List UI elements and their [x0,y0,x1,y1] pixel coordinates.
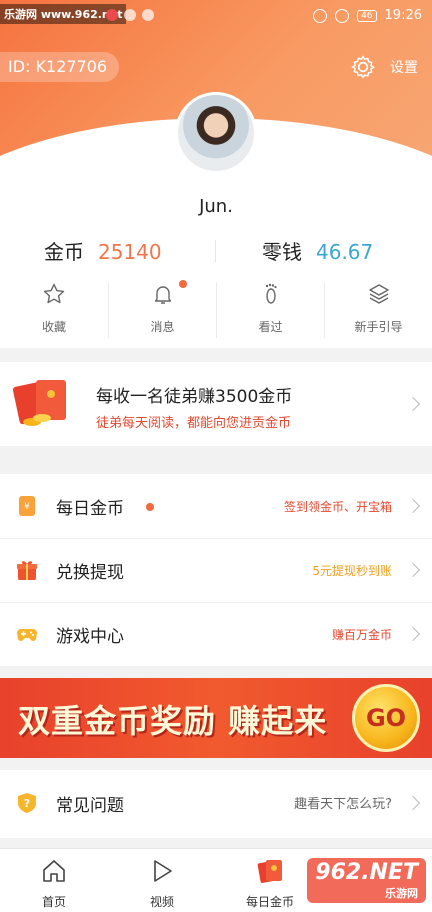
tab-label: 每日金币 [245,895,294,909]
promo-banner[interactable]: 双重金币奖励 赚起来 GO [0,678,432,758]
question-shield-icon: ? [18,793,36,813]
chevron-right-icon [405,626,421,642]
status-time: 19:26 [384,8,422,23]
alarm-icon [335,8,350,23]
tab-label: 视频 [149,895,174,909]
stats-divider [215,240,216,262]
menu-exchange[interactable]: 兑换提现 5元提现秒到账 [0,538,432,602]
profile-card: Jun. 金币 25140 零钱 46.67 收藏 消息 看过 新手引导 [0,190,432,348]
banner-go-button[interactable]: GO [352,684,420,752]
status-bar: 乐游网 www.962.net 46 19:26 [0,0,432,34]
menu-hint: 赚百万金币 [331,628,392,642]
chevron-right-icon [405,562,421,578]
invite-card[interactable]: 每收一名徒弟赚3500金币 徒弟每天阅读，都能向您进贡金币 [0,362,432,446]
balance-stats: 金币 25140 零钱 46.67 [0,236,432,266]
battery-icon: 46 [357,9,377,22]
coins-label: 金币 [44,240,84,264]
quick-label: 新手引导 [354,320,403,334]
tab-home[interactable]: 首页 [14,857,94,910]
play-icon [154,860,172,882]
chevron-right-icon [405,795,421,811]
chevron-right-icon [405,396,421,412]
chat-icon [142,9,154,21]
quick-label: 消息 [150,320,175,334]
menu-label: 游戏中心 [56,627,124,647]
faq-label: 常见问题 [56,796,124,816]
gift-icon [17,561,37,580]
red-envelope-coins-icon [12,380,66,426]
bell-icon [154,286,171,304]
change-label: 零钱 [262,240,302,264]
menu-game-center[interactable]: 游戏中心 赚百万金币 [0,602,432,666]
coins-value: 25140 [98,240,162,264]
menu-hint: 签到领金币、开宝箱 [283,500,392,514]
watermark-small: 乐游网 [385,887,418,900]
tab-video[interactable]: 视频 [122,857,202,910]
menu-hint: 5元提现秒到账 [312,564,392,578]
eye-icon [313,8,328,23]
star-icon [43,283,65,304]
footprint-icon [265,283,277,304]
quick-favorites[interactable]: 收藏 [0,282,108,338]
invite-title: 每收一名徒弟赚3500金币 [96,387,293,407]
status-right: 46 19:26 [313,8,422,23]
invite-subtitle: 徒弟每天阅读，都能向您进贡金币 [96,416,292,431]
quick-actions: 收藏 消息 看过 新手引导 [0,280,432,338]
quick-label: 收藏 [41,320,66,334]
notification-icon [106,9,118,21]
daily-coins-badge-dot [146,503,154,511]
coin-card-icon: ¥ [19,496,35,516]
quick-guide[interactable]: 新手引导 [324,282,432,338]
user-id-pill[interactable]: ID: K127706 [0,52,120,82]
watermark-big: 962.NET [315,860,418,885]
tab-daily-coins[interactable]: 每日金币 [230,857,310,910]
corner-watermark: 962.NET 乐游网 [307,858,426,903]
message-badge-dot [179,280,187,288]
change-value: 46.67 [316,240,374,264]
settings-button[interactable]: 设置 [350,54,418,80]
change-stat[interactable]: 零钱 46.67 [262,236,373,265]
chevron-right-icon [405,498,421,514]
gamepad-icon [17,629,37,641]
gear-icon [351,55,375,79]
tab-label: 首页 [41,895,66,909]
menu-label: 每日金币 [56,499,124,519]
svg-text:¥: ¥ [24,502,30,512]
menu-label: 兑换提现 [56,563,124,583]
svg-text:?: ? [24,797,30,810]
menu-daily-coins[interactable]: ¥ 每日金币 签到领金币、开宝箱 [0,474,432,538]
quick-messages[interactable]: 消息 [108,280,216,338]
message-icon [124,9,136,21]
username: Jun. [199,196,233,217]
red-envelope-icon [257,860,282,883]
banner-text: 双重金币奖励 赚起来 [18,702,328,740]
faq-row[interactable]: ? 常见问题 趣看天下怎么玩? [0,770,432,838]
quick-label: 看过 [258,320,283,334]
menu-list: ¥ 每日金币 签到领金币、开宝箱 兑换提现 5元提现秒到账 游戏中心 赚百万金币 [0,474,432,666]
home-icon [43,860,65,882]
faq-hint: 趣看天下怎么玩? [294,797,392,812]
avatar[interactable] [175,92,257,174]
notification-icons [106,9,154,21]
quick-history[interactable]: 看过 [216,282,324,338]
coins-stat[interactable]: 金币 25140 [44,236,162,265]
settings-label: 设置 [390,60,418,76]
layers-icon [368,284,389,304]
